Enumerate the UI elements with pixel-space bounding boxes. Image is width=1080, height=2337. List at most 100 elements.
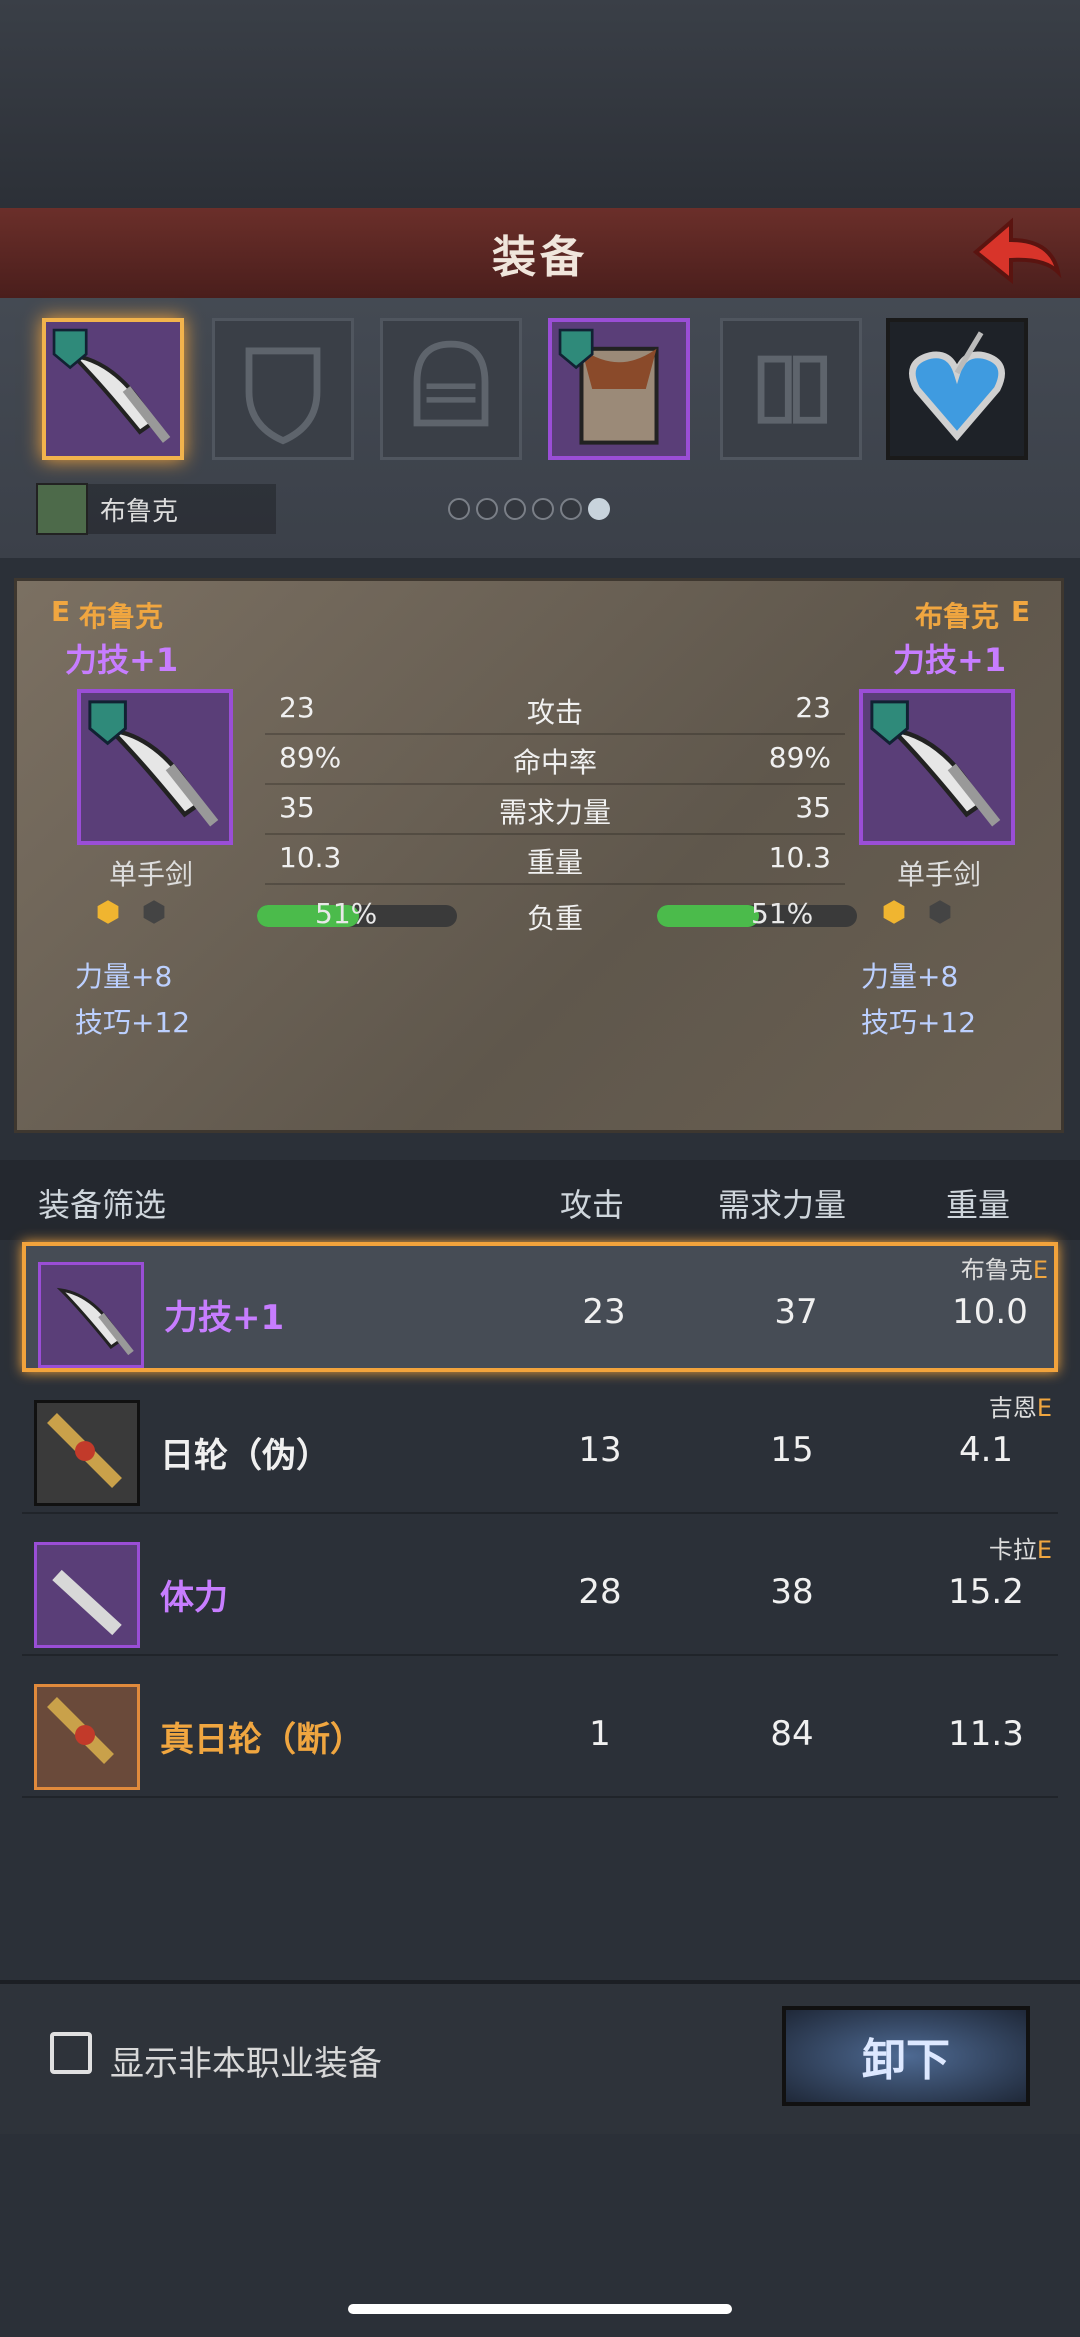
shield-icon — [245, 347, 321, 445]
page-dot[interactable] — [476, 498, 498, 520]
slot-shield[interactable] — [212, 318, 354, 460]
str-req-sort-button[interactable]: 需求力量 — [718, 1180, 846, 1226]
owner-rank: E — [1036, 1394, 1052, 1422]
left-bonus-2: 技巧+12 — [75, 1006, 191, 1039]
item-str-req: 15 — [770, 1430, 814, 1470]
list-header: 装备筛选 攻击 需求力量 重量 — [0, 1160, 1080, 1240]
owner-name: 卡拉 — [988, 1536, 1037, 1564]
stat-name: 负重 — [526, 902, 583, 935]
title-bar: 装备 — [0, 208, 1080, 301]
home-indicator[interactable] — [348, 2304, 732, 2314]
filter-sort-button[interactable]: 装备筛选 — [38, 1180, 166, 1226]
left-type: 单手剑 — [109, 858, 194, 891]
list-item[interactable]: 力技+1 布鲁克E 23 37 10.0 — [22, 1242, 1058, 1372]
item-owner: 布鲁克E — [961, 1250, 1048, 1285]
item-str-req: 38 — [770, 1572, 814, 1612]
sun-sword-icon — [47, 1413, 122, 1488]
slot-accessory[interactable] — [886, 318, 1028, 460]
stat-row: 35 需求力量 35 — [265, 785, 845, 835]
left-item-icon — [77, 689, 233, 845]
stat-right-value: 23 — [795, 691, 831, 724]
unequip-button[interactable]: 卸下 — [782, 2006, 1030, 2106]
owner-rank: E — [1032, 1256, 1048, 1284]
stat-left-value: 89% — [279, 741, 342, 774]
armor-icon — [558, 328, 659, 445]
gem-empty-icon — [143, 900, 165, 924]
back-button[interactable] — [966, 212, 1066, 292]
stat-left-value: 10.3 — [279, 841, 342, 874]
item-icon — [34, 1684, 140, 1790]
slot-boots[interactable] — [720, 318, 862, 460]
page-title: 装备 — [492, 232, 588, 283]
item-str-req: 84 — [770, 1714, 814, 1754]
stat-name: 攻击 — [526, 696, 583, 729]
item-weight: 11.3 — [948, 1714, 1024, 1754]
right-load-value: 51% — [751, 897, 814, 930]
sword-icon — [56, 1287, 134, 1356]
item-name: 真日轮（断） — [160, 1720, 364, 1760]
stat-name: 需求力量 — [498, 796, 611, 829]
blade-icon — [52, 1569, 122, 1636]
page-dot[interactable] — [532, 498, 554, 520]
item-icon — [34, 1400, 140, 1506]
list-item[interactable]: 真日轮（断） 1 84 11.3 — [22, 1668, 1058, 1798]
item-owner: 吉恩E — [989, 1388, 1052, 1423]
item-name: 日轮（伪） — [160, 1436, 330, 1476]
show-other-class-checkbox[interactable] — [50, 2032, 92, 2074]
item-str-req: 37 — [774, 1292, 818, 1332]
right-hero-name: 布鲁克 — [915, 600, 1000, 633]
weight-sort-button[interactable]: 重量 — [946, 1180, 1010, 1226]
right-bonus-2: 技巧+12 — [861, 1006, 977, 1039]
right-skill: 力技+1 — [893, 641, 1007, 679]
item-owner: 卡拉E — [989, 1530, 1052, 1565]
hero-portrait — [36, 483, 88, 535]
item-icon — [34, 1542, 140, 1648]
sword-icon — [88, 700, 219, 827]
compare-panel: E 布鲁克 力技+1 单手剑 力量+8 技巧+12 布鲁克 E 力技+1 单手剑… — [14, 578, 1064, 1133]
list-item[interactable]: 体力 卡拉E 28 38 15.2 — [22, 1526, 1058, 1656]
page-dot-active[interactable] — [588, 498, 610, 520]
stat-name: 命中率 — [512, 746, 597, 779]
stat-name: 重量 — [526, 846, 583, 879]
gem-filled-icon — [883, 900, 905, 924]
stat-row: 10.3 重量 10.3 — [265, 835, 845, 885]
slot-armor[interactable] — [548, 318, 690, 460]
page-dot[interactable] — [560, 498, 582, 520]
item-weight: 10.0 — [952, 1292, 1028, 1332]
stat-row: 23 攻击 23 — [265, 685, 845, 735]
sword-icon — [52, 328, 171, 443]
item-icon — [38, 1262, 144, 1368]
stat-right-value: 89% — [768, 741, 831, 774]
slot-helmet[interactable] — [380, 318, 522, 460]
helmet-icon — [413, 340, 489, 427]
slot-weapon[interactable] — [42, 318, 184, 460]
left-hero-name: 布鲁克 — [79, 600, 164, 633]
item-weight: 15.2 — [948, 1572, 1024, 1612]
right-type: 单手剑 — [897, 858, 982, 891]
stat-row-load: 51% 负重 51% — [257, 891, 857, 939]
left-load-value: 51% — [315, 897, 378, 930]
item-weight: 4.1 — [958, 1430, 1014, 1470]
attack-sort-button[interactable]: 攻击 — [560, 1180, 624, 1226]
broken-sun-sword-icon — [47, 1697, 114, 1764]
right-bonus-1: 力量+8 — [861, 960, 959, 993]
stat-right-value: 10.3 — [768, 841, 831, 874]
item-name: 体力 — [160, 1578, 228, 1618]
gem-filled-icon — [97, 900, 119, 924]
owner-rank: E — [1036, 1536, 1052, 1564]
page-indicator — [448, 498, 610, 520]
list-item[interactable]: 日轮（伪） 吉恩E 13 15 4.1 — [22, 1384, 1058, 1514]
heart-amulet-icon — [909, 331, 1005, 442]
hero-tag: 布鲁克 — [36, 483, 276, 535]
item-name: 力技+1 — [164, 1298, 285, 1338]
stat-right-value: 35 — [795, 791, 831, 824]
equipment-slots: 布鲁克 — [0, 298, 1080, 558]
item-attack: 23 — [582, 1292, 626, 1332]
right-load-fill — [657, 905, 759, 927]
item-attack: 13 — [578, 1430, 622, 1470]
page-dot[interactable] — [504, 498, 526, 520]
left-rank: E — [51, 595, 71, 628]
right-item-icon — [859, 689, 1015, 845]
item-attack: 28 — [578, 1572, 622, 1612]
page-dot[interactable] — [448, 498, 470, 520]
